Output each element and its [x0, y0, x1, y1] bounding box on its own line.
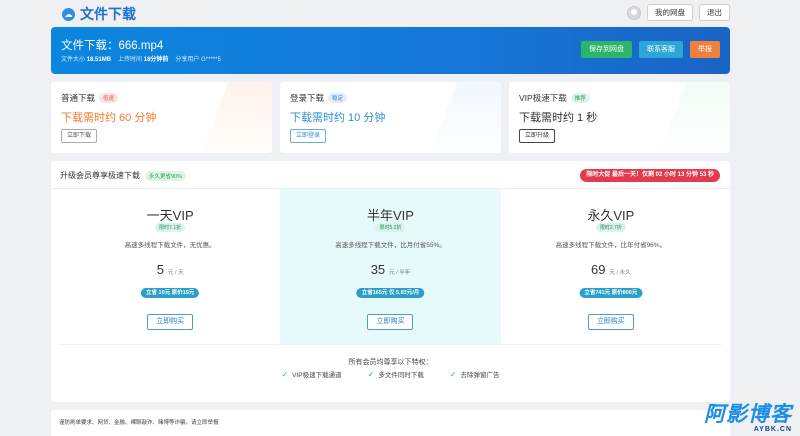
- login-now-button[interactable]: 立即登录: [290, 129, 327, 143]
- card-title: 登录下载 稳定: [290, 92, 348, 104]
- file-meta: 文件大小 18.51MB 上传时间 18分钟前 分享用户 G*****5: [61, 54, 221, 63]
- plan-description: 高速多线程下载文件，无优惠。: [124, 242, 216, 249]
- perk-item: ✓ 去除弹窗广告: [449, 369, 500, 380]
- check-icon: ✓: [449, 369, 457, 379]
- card-title-text: 登录下载: [290, 93, 325, 103]
- divider: [60, 344, 721, 345]
- discount-badge: 限时5.2折: [375, 223, 406, 232]
- file-title: 文件下载：666.mp4: [61, 40, 164, 52]
- plan-price: 5元 / 天: [156, 262, 184, 277]
- avatar[interactable]: [627, 5, 641, 20]
- card-decoration: [426, 82, 501, 153]
- recommend-tag: 推荐: [570, 93, 590, 103]
- upgrade-now-button[interactable]: 立即升级: [519, 129, 556, 143]
- discount-badge: 限时2.7折: [595, 223, 626, 232]
- watermark-domain: AYBK.CN: [753, 426, 792, 433]
- fraud-notice: 谨防刷单要求、网贷、金融、裸聊敲诈、赌博等诈骗，请立即举报: [51, 410, 730, 436]
- save-tag: 永久更省90%: [145, 170, 187, 181]
- plan-one-day: 一天VIP 限时7.1折 高速多线程下载文件，无优惠。 5元 / 天 立省 10…: [60, 189, 280, 344]
- user-actions: 我的网盘 退出: [627, 4, 730, 21]
- promo-countdown-badge: 限时大促 最后一天！仅剩 02 小时 13 分钟 53 秒: [580, 169, 720, 182]
- banner-actions: 保存到网盘 联系客服 举报: [581, 41, 720, 58]
- plan-half-year: 半年VIP 限时5.2折 高速多线程下载文件，比月付省55%。 35 元 / 半年…: [280, 189, 501, 344]
- vip-heading: 升级会员尊享极速下载 永久更省90%: [60, 170, 187, 181]
- upload-time: 上传时间 18分钟前: [118, 57, 169, 63]
- watermark-title: 阿影博客: [704, 403, 792, 426]
- card-decoration: [655, 82, 730, 153]
- download-now-button[interactable]: 立即下载: [61, 129, 98, 143]
- download-time: 下载需时约 60 分钟: [61, 112, 157, 124]
- share-user: 分享用户 G*****5: [175, 57, 221, 63]
- card-title-text: VIP极速下载: [519, 93, 567, 103]
- card-title: VIP极速下载 推荐: [519, 92, 590, 104]
- plan-name: 一天VIP: [146, 208, 194, 223]
- vip-heading-text: 升级会员尊享极速下载: [60, 171, 140, 180]
- site-logo[interactable]: ☁ 文件下载: [62, 4, 136, 24]
- vip-upgrade-panel: 升级会员尊享极速下载 永久更省90% 限时大促 最后一天！仅剩 02 小时 13…: [51, 161, 730, 402]
- plan-description: 高速多线程下载文件，比月付省55%。: [335, 242, 446, 249]
- file-size: 文件大小 18.51MB: [61, 57, 112, 63]
- download-time: 下载需时约 10 分钟: [290, 112, 386, 124]
- download-time: 下载需时约 1 秒: [519, 112, 598, 124]
- notice-text: 谨防刷单要求、网贷、金融、裸聊敲诈、赌博等诈骗，请立即举报: [59, 420, 219, 426]
- plan-name: 永久VIP: [587, 208, 635, 223]
- login-download-card: 登录下载 稳定 下载需时约 10 分钟 立即登录: [280, 82, 501, 153]
- plan-price: 35 元 / 半年: [370, 262, 411, 277]
- download-options: 普通下载 低速 下载需时约 60 分钟 立即下载 登录下载 稳定 下载需时约 1…: [51, 82, 730, 153]
- vip-plans: 一天VIP 限时7.1折 高速多线程下载文件，无优惠。 5元 / 天 立省 10…: [60, 189, 721, 344]
- my-disk-button[interactable]: 我的网盘: [647, 4, 693, 21]
- perk-item: ✓ 多文件同时下载: [367, 369, 424, 380]
- logout-button[interactable]: 退出: [699, 4, 730, 21]
- perks-list: ✓ VIP极速下载通道 ✓ 多文件同时下载 ✓ 去除弹窗广告: [51, 369, 730, 380]
- savings-pill: 立省741元 原价800元: [579, 288, 643, 298]
- speed-tag: 低速: [99, 93, 119, 103]
- plan-permanent: 永久VIP 限时2.7折 高速多线程下载文件，比年付省96%。 69 元 / 永久…: [501, 189, 721, 344]
- discount-badge: 限时7.1折: [155, 223, 186, 232]
- contact-support-button[interactable]: 联系客服: [639, 41, 683, 58]
- card-decoration: [197, 82, 272, 153]
- savings-pill: 立省165元 仅 5.83元/月: [356, 288, 425, 298]
- plan-price: 69 元 / 永久: [591, 262, 631, 277]
- vip-download-card: VIP极速下载 推荐 下载需时约 1 秒 立即升级: [509, 82, 730, 153]
- check-icon: ✓: [281, 369, 289, 379]
- card-title: 普通下载 低速: [61, 92, 119, 104]
- site-title: 文件下载: [80, 6, 136, 22]
- normal-download-card: 普通下载 低速 下载需时约 60 分钟 立即下载: [51, 82, 272, 153]
- buy-now-button[interactable]: 立即购买: [367, 314, 414, 330]
- save-to-disk-button[interactable]: 保存到网盘: [581, 41, 632, 58]
- cloud-icon: ☁: [62, 7, 75, 21]
- check-icon: ✓: [367, 369, 375, 379]
- watermark: 阿影博客 AYBK.CN: [704, 404, 792, 434]
- top-bar: ☁ 文件下载 我的网盘 退出: [0, 0, 800, 26]
- savings-pill: 立省 10元 原价15元: [141, 288, 200, 298]
- perk-item: ✓ VIP极速下载通道: [281, 369, 342, 380]
- perks-title: 所有会员均尊享以下特权：: [348, 359, 433, 366]
- buy-now-button[interactable]: 立即购买: [587, 314, 634, 330]
- stable-tag: 稳定: [328, 93, 348, 103]
- card-title-text: 普通下载: [61, 93, 96, 103]
- file-banner: 文件下载：666.mp4 文件大小 18.51MB 上传时间 18分钟前 分享用…: [51, 27, 730, 74]
- plan-name: 半年VIP: [367, 208, 414, 223]
- report-button[interactable]: 举报: [690, 41, 720, 58]
- buy-now-button[interactable]: 立即购买: [147, 314, 194, 330]
- plan-description: 高速多线程下载文件，比年付省96%。: [555, 242, 667, 249]
